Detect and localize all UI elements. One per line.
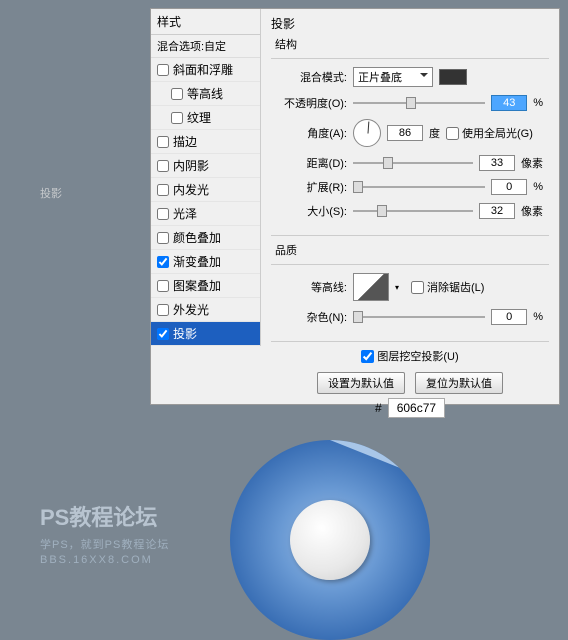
- style-outer-glow[interactable]: 外发光: [151, 298, 260, 322]
- size-input[interactable]: [479, 203, 515, 219]
- pupil: [290, 500, 370, 580]
- style-drop-shadow[interactable]: 投影: [151, 322, 260, 346]
- size-label: 大小(S):: [277, 203, 347, 219]
- distance-label: 距离(D):: [277, 155, 347, 171]
- quality-group: 等高线: ▾ 消除锯齿(L) 杂色(N): %: [271, 264, 549, 342]
- style-bevel[interactable]: 斜面和浮雕: [151, 58, 260, 82]
- distance-input[interactable]: [479, 155, 515, 171]
- spread-unit: %: [533, 181, 543, 193]
- angle-dial[interactable]: [353, 119, 381, 147]
- contour-label: 等高线:: [277, 279, 347, 295]
- chk-inner-glow[interactable]: [157, 184, 169, 196]
- distance-slider[interactable]: [353, 155, 473, 171]
- layer-style-dialog: 样式 混合选项:自定 斜面和浮雕 等高线 纹理 描边 内阴影 内发光 光泽 颜色…: [150, 8, 560, 405]
- hex-color-display: # 606c77: [375, 398, 445, 418]
- noise-label: 杂色(N):: [277, 309, 347, 325]
- chk-gradient-overlay[interactable]: [157, 256, 169, 268]
- structure-group: 混合模式: 正片叠底 不透明度(O): % 角度(A): 度 使用全局光(G) …: [271, 58, 549, 236]
- opacity-input[interactable]: [491, 95, 527, 111]
- styles-sidebar: 样式 混合选项:自定 斜面和浮雕 等高线 纹理 描边 内阴影 内发光 光泽 颜色…: [151, 9, 261, 346]
- drop-shadow-panel: 投影 结构 混合模式: 正片叠底 不透明度(O): % 角度(A): 度 使用全…: [261, 9, 559, 404]
- chk-inner-shadow[interactable]: [157, 160, 169, 172]
- angle-input[interactable]: [387, 125, 423, 141]
- chk-bevel[interactable]: [157, 64, 169, 76]
- noise-input[interactable]: [491, 309, 527, 325]
- sidebar-header: 样式: [151, 9, 260, 35]
- spread-input[interactable]: [491, 179, 527, 195]
- antialias-check[interactable]: 消除锯齿(L): [411, 279, 484, 295]
- panel-title: 投影: [271, 15, 549, 32]
- watermark: PS教程论坛 学PS，就到PS教程论坛 BBS.16XX8.COM: [40, 500, 169, 566]
- chk-color-overlay[interactable]: [157, 232, 169, 244]
- style-inner-glow[interactable]: 内发光: [151, 178, 260, 202]
- contour-dropdown-icon[interactable]: ▾: [395, 283, 405, 292]
- knockout-check[interactable]: 图层挖空投影(U): [361, 348, 458, 364]
- noise-slider[interactable]: [353, 309, 485, 325]
- blend-options-row[interactable]: 混合选项:自定: [151, 35, 260, 58]
- chk-stroke[interactable]: [157, 136, 169, 148]
- hex-value-box[interactable]: 606c77: [388, 398, 445, 418]
- structure-label: 结构: [275, 36, 549, 52]
- chk-texture[interactable]: [171, 112, 183, 124]
- contour-picker[interactable]: [353, 273, 389, 301]
- style-satin[interactable]: 光泽: [151, 202, 260, 226]
- opacity-label: 不透明度(O):: [277, 95, 347, 111]
- style-contour-sub[interactable]: 等高线: [151, 82, 260, 106]
- style-stroke[interactable]: 描边: [151, 130, 260, 154]
- watermark-title: PS教程论坛: [40, 500, 169, 532]
- style-texture[interactable]: 纹理: [151, 106, 260, 130]
- eye-graphic: [230, 440, 430, 640]
- size-unit: 像素: [521, 203, 543, 219]
- size-slider[interactable]: [353, 203, 473, 219]
- noise-unit: %: [533, 311, 543, 323]
- blend-mode-select[interactable]: 正片叠底: [353, 67, 433, 87]
- quality-label: 品质: [275, 242, 549, 258]
- style-inner-shadow[interactable]: 内阴影: [151, 154, 260, 178]
- reset-default-button[interactable]: 复位为默认值: [415, 372, 503, 394]
- style-gradient-overlay[interactable]: 渐变叠加: [151, 250, 260, 274]
- watermark-sub: 学PS，就到PS教程论坛: [40, 536, 169, 552]
- global-light-check[interactable]: 使用全局光(G): [446, 125, 533, 141]
- chk-pattern-overlay[interactable]: [157, 280, 169, 292]
- chk-drop-shadow[interactable]: [157, 328, 169, 340]
- chk-satin[interactable]: [157, 208, 169, 220]
- opacity-unit: %: [533, 97, 543, 109]
- style-pattern-overlay[interactable]: 图案叠加: [151, 274, 260, 298]
- shadow-color-swatch[interactable]: [439, 69, 467, 85]
- chk-outer-glow[interactable]: [157, 304, 169, 316]
- spread-slider[interactable]: [353, 179, 485, 195]
- angle-unit: 度: [429, 125, 440, 141]
- blend-mode-label: 混合模式:: [277, 69, 347, 85]
- angle-label: 角度(A):: [277, 125, 347, 141]
- opacity-slider[interactable]: [353, 95, 485, 111]
- hash-symbol: #: [375, 401, 382, 415]
- distance-unit: 像素: [521, 155, 543, 171]
- chk-contour-sub[interactable]: [171, 88, 183, 100]
- style-color-overlay[interactable]: 颜色叠加: [151, 226, 260, 250]
- outside-label: 投影: [40, 185, 62, 201]
- spread-label: 扩展(R):: [277, 179, 347, 195]
- make-default-button[interactable]: 设置为默认值: [317, 372, 405, 394]
- watermark-url: BBS.16XX8.COM: [40, 554, 169, 566]
